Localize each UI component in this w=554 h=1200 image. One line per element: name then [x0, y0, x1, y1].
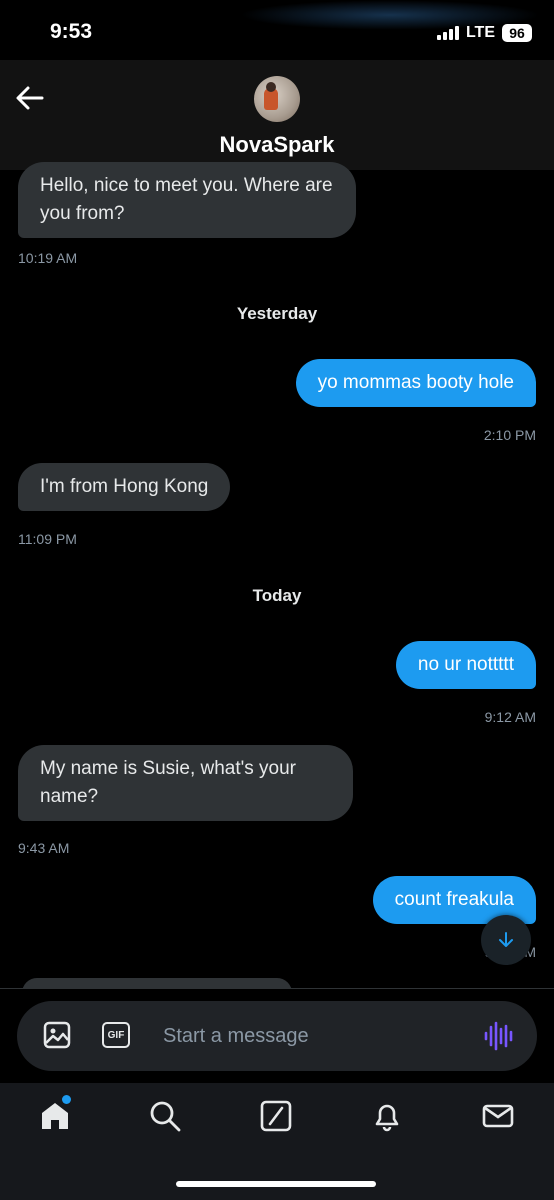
image-icon[interactable]: [43, 1021, 71, 1049]
network-label: LTE: [465, 24, 495, 41]
signal-icon: [436, 26, 459, 40]
voice-wave-icon[interactable]: [483, 1021, 513, 1051]
message-timestamp: 2:10 PM: [483, 427, 536, 443]
avatar[interactable]: [254, 76, 300, 122]
notification-dot: [62, 1095, 71, 1104]
message-timestamp: 9:43 AM: [18, 840, 70, 856]
message-timestamp: 10:19 AM: [18, 250, 78, 266]
arrow-left-icon[interactable]: [14, 84, 46, 112]
message-bubble-incoming[interactable]: I'm from Hong Kong: [18, 463, 231, 511]
grok-icon[interactable]: [259, 1099, 293, 1133]
arrow-down-icon: [499, 932, 513, 947]
contact-name[interactable]: NovaSpark: [0, 132, 554, 158]
status-time: 9:53: [50, 20, 93, 43]
home-icon[interactable]: [38, 1099, 72, 1133]
message-bubble-incoming[interactable]: Hello, nice to meet you. Where are you f…: [18, 162, 356, 238]
mail-icon[interactable]: [481, 1099, 515, 1133]
day-separator: Today: [252, 586, 302, 605]
day-separator: Yesterday: [236, 304, 318, 323]
message-timestamp: 11:09 PM: [18, 531, 77, 547]
message-timestamp: 9:12 AM: [484, 709, 536, 725]
search-icon[interactable]: [148, 1099, 182, 1133]
message-composer: GIF: [17, 1001, 537, 1071]
conversation-header: NovaSpark: [0, 60, 554, 170]
bell-icon[interactable]: [370, 1099, 404, 1133]
status-indicators: LTE 96: [436, 24, 532, 42]
composer-area: GIF: [0, 988, 554, 1083]
gif-button[interactable]: GIF: [102, 1022, 130, 1048]
message-bubble-outgoing[interactable]: yo mommas booty hole: [295, 359, 536, 407]
home-indicator: [176, 1181, 376, 1187]
message-bubble-outgoing[interactable]: no ur nottttt: [395, 641, 536, 689]
message-input[interactable]: [163, 1016, 463, 1056]
message-bubble-incoming[interactable]: My name is Susie, what's your name?: [18, 745, 353, 821]
battery-icon: 96: [502, 24, 532, 42]
scroll-to-bottom-button[interactable]: [481, 915, 531, 965]
